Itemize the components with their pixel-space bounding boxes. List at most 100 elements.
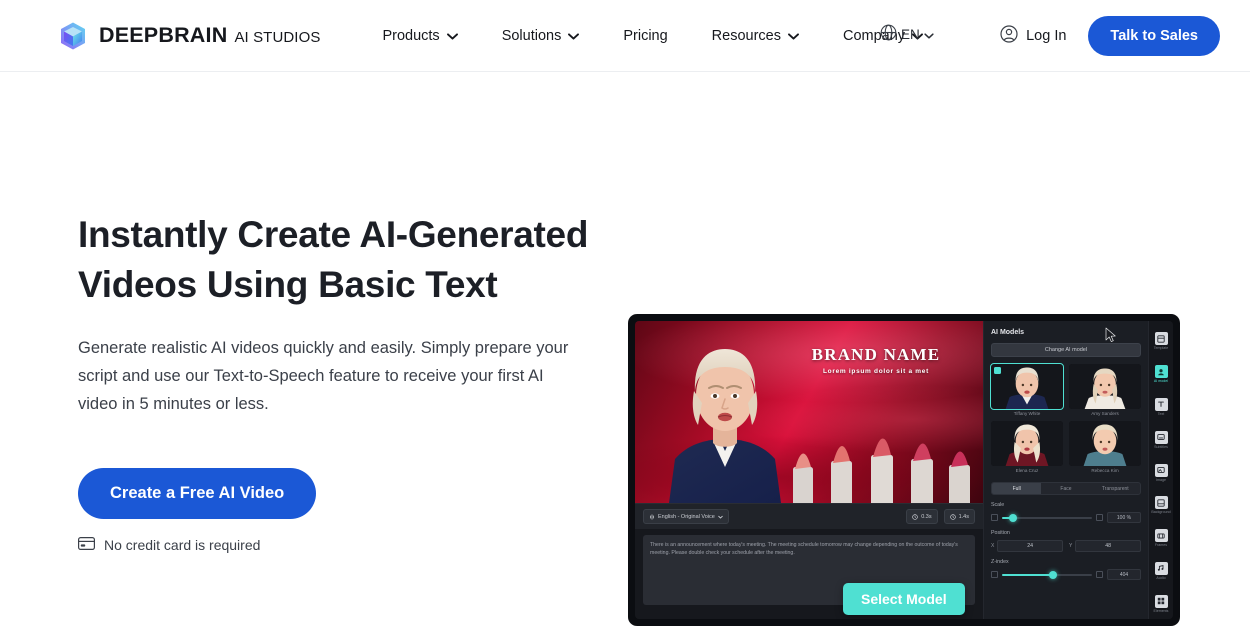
nav-item-resources[interactable]: Resources [712,28,799,44]
panel-title: AI Models [991,329,1025,336]
subtitle-icon [1154,430,1168,444]
login-button[interactable]: Log In [1000,25,1066,47]
position-y-input[interactable]: 48 [1075,540,1141,552]
main-navigation: Products Solutions Pricing Resources Com… [382,28,923,44]
ai-presenter-avatar [661,333,789,503]
scale-value[interactable]: 100 % [1107,512,1141,523]
length-pill[interactable]: 1.4s [943,509,975,524]
lock-icon [991,514,998,521]
cube-logo-icon [58,21,88,51]
ai-models-panel: AI Models Change AI model Tiffany White … [983,321,1148,619]
rail-label: Frames [1154,543,1168,548]
rail-item-template[interactable]: Template [1149,326,1174,357]
hero-subheading: Generate realistic AI videos quickly and… [78,339,569,413]
avatar-icon [1154,365,1168,379]
language-selector[interactable]: EN [880,24,934,44]
elements-icon [1154,594,1168,608]
app-preview: BRAND NAME Lorem ipsum dolor sit a met E… [628,314,1180,626]
video-canvas[interactable]: BRAND NAME Lorem ipsum dolor sit a met [635,321,983,503]
tool-rail: Template AI model Text Subtitles Image B… [1148,321,1173,619]
rail-label: Audio [1156,575,1166,580]
rail-item-text[interactable]: Text [1149,392,1174,423]
duration-pill[interactable]: 0.3s [906,509,938,524]
layers-icon [991,571,998,578]
position-label: Position [991,530,1010,536]
mouse-cursor-icon [1105,327,1117,348]
rail-label: Elements [1153,608,1169,613]
nav-label: Resources [711,27,781,44]
rail-item-elements[interactable]: Elements [1149,588,1174,619]
nav-item-solutions[interactable]: Solutions [502,28,580,44]
scale-label: Scale [991,502,1005,508]
ai-model-card[interactable]: Tiffany White [990,363,1064,416]
clock-icon [949,513,956,520]
login-label: Log In [1026,28,1067,44]
credit-card-icon [78,537,96,553]
zindex-value[interactable]: 404 [1107,569,1141,580]
globe-icon [880,24,897,44]
voice-selector-pill[interactable]: English - Original Voice [643,509,729,524]
stage-toolbar: English - Original Voice 0.3s 1.4s [635,503,983,529]
rail-item-subtitles[interactable]: Subtitles [1149,424,1174,455]
scale-slider[interactable] [1002,513,1092,522]
nav-label: Solutions [501,27,562,44]
background-icon [1154,496,1168,510]
template-icon [1154,332,1168,346]
duration-label: 0.3s [921,513,932,520]
ai-model-name: Amy Sanders [1091,411,1119,416]
create-free-ai-video-button[interactable]: Create a Free AI Video [78,468,317,519]
rail-item-ai-model[interactable]: AI model [1149,359,1174,390]
clock-icon [912,513,918,520]
canvas-brand-tagline: Lorem ipsum dolor sit a met [823,368,929,375]
ai-model-card[interactable]: Rebecca Kim [1069,421,1141,473]
tab-face[interactable]: Face [1041,483,1090,494]
position-x-key: X [991,543,995,549]
check-icon [994,367,1001,374]
image-icon [1154,463,1168,477]
brand-subtitle: AI STUDIOS [234,29,321,46]
nav-label: Products [382,27,440,44]
site-header: DEEPBRAIN AI STUDIOS Products Solutions … [0,0,1250,72]
rail-label: Image [1156,477,1166,482]
position-y-key: Y [1069,543,1073,549]
reset-icon[interactable] [1096,571,1103,578]
editor-stage-column: BRAND NAME Lorem ipsum dolor sit a met E… [635,321,983,619]
rail-item-frames[interactable]: Frames [1149,523,1174,554]
brand-name: DEEPBRAIN [99,23,228,47]
change-ai-model-button[interactable]: Change AI model [991,343,1141,357]
select-model-button[interactable]: Select Model [843,583,965,615]
scale-slider-row: 100 % [991,512,1141,523]
brand-logo[interactable]: DEEPBRAIN AI STUDIOS [58,21,320,51]
rail-label: Subtitles [1154,444,1168,449]
rail-item-image[interactable]: Image [1149,457,1174,488]
language-label: EN [901,26,920,42]
canvas-brand-text: BRAND NAME Lorem ipsum dolor sit a met [781,345,971,375]
talk-to-sales-button[interactable]: Talk to Sales [1088,16,1220,56]
text-icon [1154,397,1168,411]
nav-item-pricing[interactable]: Pricing [623,28,667,44]
voice-icon [650,513,654,520]
zindex-slider[interactable] [1002,570,1092,579]
chevron-down-icon [568,28,580,44]
nav-label: Pricing [623,27,668,44]
position-x-input[interactable]: 24 [997,540,1063,552]
chevron-down-icon [718,515,723,519]
ai-model-grid: Tiffany White Amy Sanders Elena Cruz Reb… [990,363,1141,473]
rail-label: Background [1151,510,1171,515]
audio-icon [1154,561,1168,575]
ai-model-card[interactable]: Elena Cruz [991,421,1063,473]
user-circle-icon [1000,25,1018,47]
tab-full[interactable]: Full [992,483,1042,494]
rail-item-audio[interactable]: Audio [1149,555,1174,586]
tab-transparent[interactable]: Transparent [1091,483,1140,494]
ai-model-card[interactable]: Amy Sanders [1069,364,1141,416]
ai-model-name: Tiffany White [1013,411,1041,416]
rail-item-background[interactable]: Background [1149,490,1174,521]
nav-item-products[interactable]: Products [382,27,458,44]
voice-label: English - Original Voice [658,513,715,520]
zindex-label: Z-index [991,559,1009,565]
hero-copy: Instantly Create AI-Generated Videos Usi… [78,210,598,553]
reset-icon[interactable] [1096,514,1103,521]
zindex-slider-row: 404 [991,569,1141,580]
length-label: 1.4s [958,513,969,520]
